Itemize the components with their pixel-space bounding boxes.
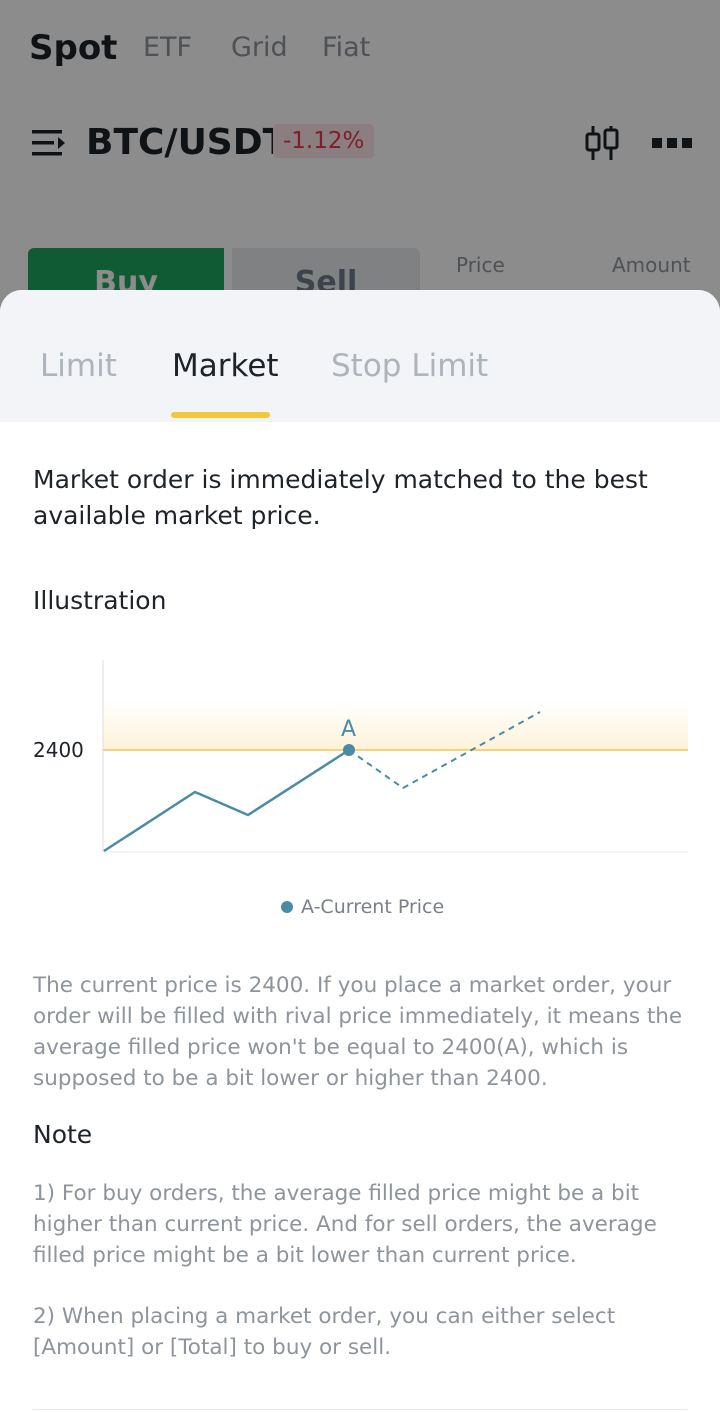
note-heading: Note (33, 1120, 93, 1149)
divider (33, 1409, 687, 1410)
current-price-point (343, 744, 355, 756)
tab-market[interactable]: Market (172, 348, 279, 384)
price-band (103, 700, 688, 750)
illustration-explanation: The current price is 2400. If you place … (33, 973, 683, 1091)
illustration-heading: Illustration (33, 586, 167, 615)
legend-label: A-Current Price (301, 896, 445, 918)
price-history-line (103, 748, 350, 853)
tab-stop-limit[interactable]: Stop Limit (331, 348, 488, 384)
market-price-chart: 2400 A (33, 660, 688, 853)
point-a-label: A (341, 717, 356, 742)
market-order-description: Market order is immediately matched to t… (33, 465, 648, 530)
tab-limit[interactable]: Limit (40, 348, 117, 384)
note-item-1: 1) For buy orders, the average filled pr… (33, 1181, 657, 1268)
order-type-sheet: Limit Market Stop Limit Market order is … (0, 290, 720, 1412)
note-item-2: 2) When placing a market order, you can … (33, 1304, 616, 1360)
order-type-tabs: Limit Market Stop Limit (0, 290, 720, 422)
active-tab-indicator (171, 412, 270, 418)
y-tick-label: 2400 (33, 738, 84, 762)
legend-dot-icon (281, 901, 293, 913)
